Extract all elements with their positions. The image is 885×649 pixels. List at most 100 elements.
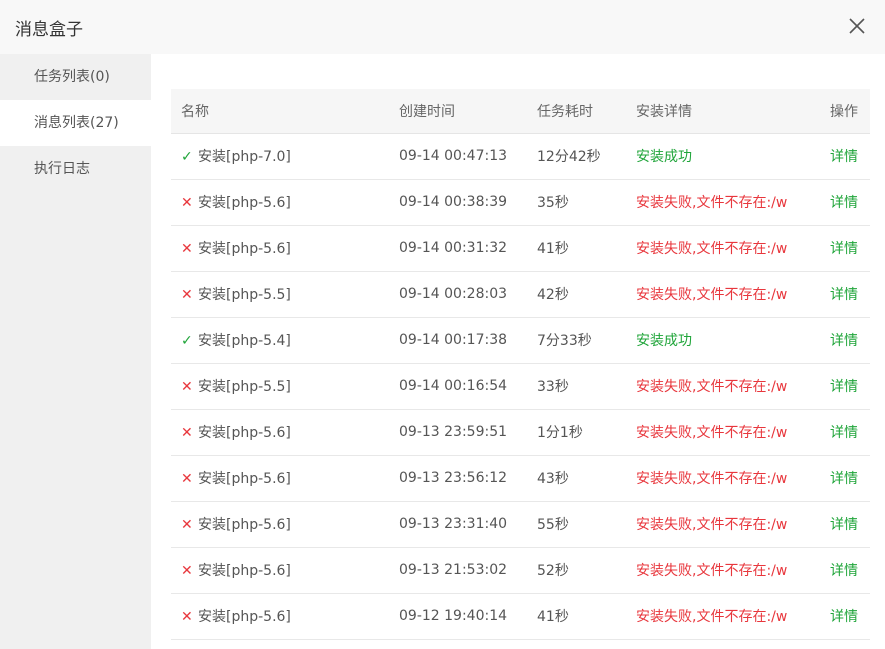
table-row: ✕ 安装[php-5.5] 09-14 00:28:03 42秒 安装失败,文件不存在:… — [171, 271, 870, 318]
sidebar-item-execution-log[interactable]: 执行日志 — [0, 146, 151, 192]
sidebar: 任务列表(0) 消息列表(27) 执行日志 — [0, 54, 151, 649]
cell-duration: 43秒 — [527, 455, 626, 502]
close-icon[interactable] — [847, 16, 867, 36]
task-name: 安装[php-5.5] — [198, 287, 291, 303]
detail-link[interactable]: 详情 — [820, 271, 870, 318]
detail-link[interactable]: 详情 — [820, 179, 870, 226]
cross-icon: ✕ — [181, 241, 193, 257]
table-row: ✕ 安装[php-5.5] 09-14 00:16:54 33秒 安装失败,文件不存在:… — [171, 363, 870, 410]
cell-name: ✕ 安装[php-5.6] — [171, 547, 389, 594]
cell-created-time: 09-13 23:59:51 — [389, 409, 527, 456]
cell-name: ✕ 安装[php-5.5] — [171, 363, 389, 410]
detail-link[interactable]: 详情 — [820, 317, 870, 364]
cross-icon: ✕ — [181, 517, 193, 533]
cell-install-detail: 安装失败,文件不存在:/w — [626, 225, 820, 272]
cell-created-time: 09-13 21:53:02 — [389, 547, 527, 594]
cell-duration: 7分33秒 — [527, 317, 626, 364]
table-row: ✓ 安装[php-7.0] 09-14 00:47:13 12分42秒 安装成功 详情 — [171, 133, 870, 180]
cell-name: ✓ 安装[php-7.0] — [171, 133, 389, 180]
task-name: 安装[php-5.5] — [198, 379, 291, 395]
table-row: ✕ 安装[php-5.6] 09-14 00:31:32 41秒 安装失败,文件不存在:… — [171, 225, 870, 272]
checkmark-icon: ✓ — [181, 333, 193, 349]
column-header-action: 操作 — [820, 89, 870, 134]
cell-duration: 41秒 — [527, 225, 626, 272]
column-header-install-detail: 安装详情 — [626, 89, 820, 134]
message-table: 名称 创建时间 任务耗时 安装详情 操作 ✓ 安装[php-7.0] 09-14 0… — [171, 89, 870, 640]
message-box-dialog: 消息盒子 任务列表(0) 消息列表(27) 执行日志 名称 创建时间 任务耗时 … — [0, 0, 885, 649]
column-header-created-time: 创建时间 — [389, 89, 527, 134]
column-header-duration: 任务耗时 — [527, 89, 626, 134]
task-name: 安装[php-5.6] — [198, 563, 291, 579]
cell-duration: 12分42秒 — [527, 133, 626, 180]
cross-icon: ✕ — [181, 379, 193, 395]
detail-link[interactable]: 详情 — [820, 225, 870, 272]
cell-created-time: 09-13 23:56:12 — [389, 455, 527, 502]
dialog-title: 消息盒子 — [15, 20, 83, 40]
cell-created-time: 09-14 00:38:39 — [389, 179, 527, 226]
cell-created-time: 09-14 00:17:38 — [389, 317, 527, 364]
cell-name: ✕ 安装[php-5.6] — [171, 501, 389, 548]
detail-link[interactable]: 详情 — [820, 593, 870, 640]
cell-install-detail: 安装失败,文件不存在:/w — [626, 547, 820, 594]
cross-icon: ✕ — [181, 287, 193, 303]
detail-link[interactable]: 详情 — [820, 547, 870, 594]
cell-name: ✕ 安装[php-5.6] — [171, 409, 389, 456]
cell-install-detail: 安装失败,文件不存在:/w — [626, 455, 820, 502]
sidebar-item-task-list[interactable]: 任务列表(0) — [0, 54, 151, 100]
cell-duration: 42秒 — [527, 271, 626, 318]
cell-install-detail: 安装失败,文件不存在:/w — [626, 363, 820, 410]
task-name: 安装[php-5.4] — [198, 333, 291, 349]
task-name: 安装[php-5.6] — [198, 241, 291, 257]
cross-icon: ✕ — [181, 471, 193, 487]
checkmark-icon: ✓ — [181, 149, 193, 165]
cell-created-time: 09-14 00:16:54 — [389, 363, 527, 410]
cell-install-detail: 安装失败,文件不存在:/w — [626, 593, 820, 640]
detail-link[interactable]: 详情 — [820, 133, 870, 180]
cell-install-detail: 安装失败,文件不存在:/w — [626, 501, 820, 548]
cell-duration: 55秒 — [527, 501, 626, 548]
cell-install-detail: 安装失败,文件不存在:/w — [626, 179, 820, 226]
cell-duration: 35秒 — [527, 179, 626, 226]
detail-link[interactable]: 详情 — [820, 363, 870, 410]
cell-created-time: 09-14 00:31:32 — [389, 225, 527, 272]
cell-duration: 41秒 — [527, 593, 626, 640]
cell-install-detail: 安装失败,文件不存在:/w — [626, 409, 820, 456]
cell-install-detail: 安装成功 — [626, 317, 820, 364]
table-row: ✕ 安装[php-5.6] 09-13 23:59:51 1分1秒 安装失败,文件不存在… — [171, 409, 870, 456]
column-header-name: 名称 — [171, 89, 389, 134]
task-name: 安装[php-5.6] — [198, 425, 291, 441]
cross-icon: ✕ — [181, 609, 193, 625]
detail-link[interactable]: 详情 — [820, 455, 870, 502]
task-name: 安装[php-7.0] — [198, 149, 291, 165]
message-list-panel: 名称 创建时间 任务耗时 安装详情 操作 ✓ 安装[php-7.0] 09-14 0… — [151, 54, 885, 649]
task-name: 安装[php-5.6] — [198, 471, 291, 487]
table-row: ✕ 安装[php-5.6] 09-13 23:31:40 55秒 安装失败,文件不存在:… — [171, 501, 870, 548]
cell-duration: 33秒 — [527, 363, 626, 410]
cell-install-detail: 安装成功 — [626, 133, 820, 180]
task-name: 安装[php-5.6] — [198, 195, 291, 211]
cross-icon: ✕ — [181, 563, 193, 579]
cell-duration: 52秒 — [527, 547, 626, 594]
table-row: ✓ 安装[php-5.4] 09-14 00:17:38 7分33秒 安装成功 详情 — [171, 317, 870, 364]
table-row: ✕ 安装[php-5.6] 09-13 21:53:02 52秒 安装失败,文件不存在:… — [171, 547, 870, 594]
detail-link[interactable]: 详情 — [820, 409, 870, 456]
table-row: ✕ 安装[php-5.6] 09-13 23:56:12 43秒 安装失败,文件不存在:… — [171, 455, 870, 502]
cross-icon: ✕ — [181, 425, 193, 441]
dialog-titlebar: 消息盒子 — [0, 0, 885, 54]
table-row: ✕ 安装[php-5.6] 09-12 19:40:14 41秒 安装失败,文件不存在:… — [171, 593, 870, 640]
cross-icon: ✕ — [181, 195, 193, 211]
cell-name: ✓ 安装[php-5.4] — [171, 317, 389, 364]
cell-created-time: 09-13 23:31:40 — [389, 501, 527, 548]
cell-name: ✕ 安装[php-5.6] — [171, 455, 389, 502]
cell-duration: 1分1秒 — [527, 409, 626, 456]
cell-name: ✕ 安装[php-5.5] — [171, 271, 389, 318]
task-name: 安装[php-5.6] — [198, 517, 291, 533]
task-name: 安装[php-5.6] — [198, 609, 291, 625]
sidebar-item-message-list[interactable]: 消息列表(27) — [0, 100, 151, 146]
cell-name: ✕ 安装[php-5.6] — [171, 225, 389, 272]
cell-name: ✕ 安装[php-5.6] — [171, 593, 389, 640]
detail-link[interactable]: 详情 — [820, 501, 870, 548]
cell-created-time: 09-14 00:28:03 — [389, 271, 527, 318]
cell-install-detail: 安装失败,文件不存在:/w — [626, 271, 820, 318]
cell-name: ✕ 安装[php-5.6] — [171, 179, 389, 226]
